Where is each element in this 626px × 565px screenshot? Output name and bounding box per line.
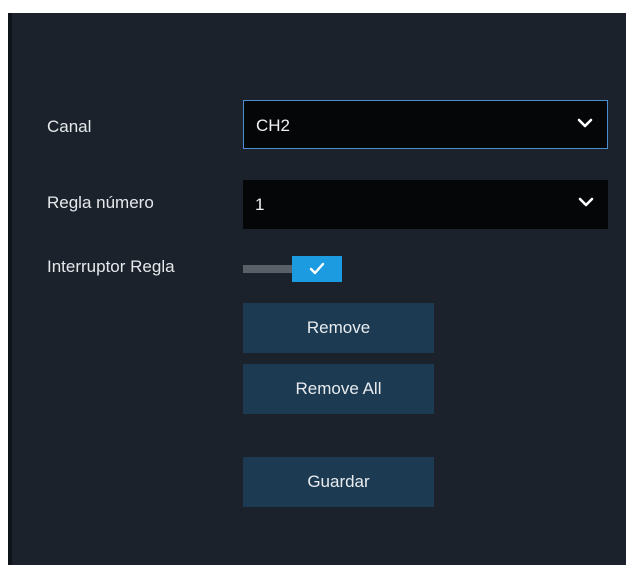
channel-select-value: CH2 [256,116,291,135]
toggle-track [243,265,295,273]
rule-number-select-value: 1 [255,195,265,214]
rule-number-label: Regla número [47,193,154,212]
channel-label: Canal [47,117,92,136]
channel-select[interactable]: CH2 [243,100,608,149]
remove-button[interactable]: Remove [243,303,434,353]
chevron-down-icon [578,197,594,207]
rule-number-select[interactable]: 1 [243,180,608,229]
rule-switch-label: Interruptor Regla [47,257,175,276]
save-button[interactable]: Guardar [243,457,434,507]
checkmark-icon [309,262,325,275]
chevron-down-icon [577,118,593,128]
remove-all-button[interactable]: Remove All [243,364,434,414]
toggle-knob [292,256,342,282]
rule-switch-toggle[interactable] [243,254,343,284]
panel-left-edge [8,13,12,565]
